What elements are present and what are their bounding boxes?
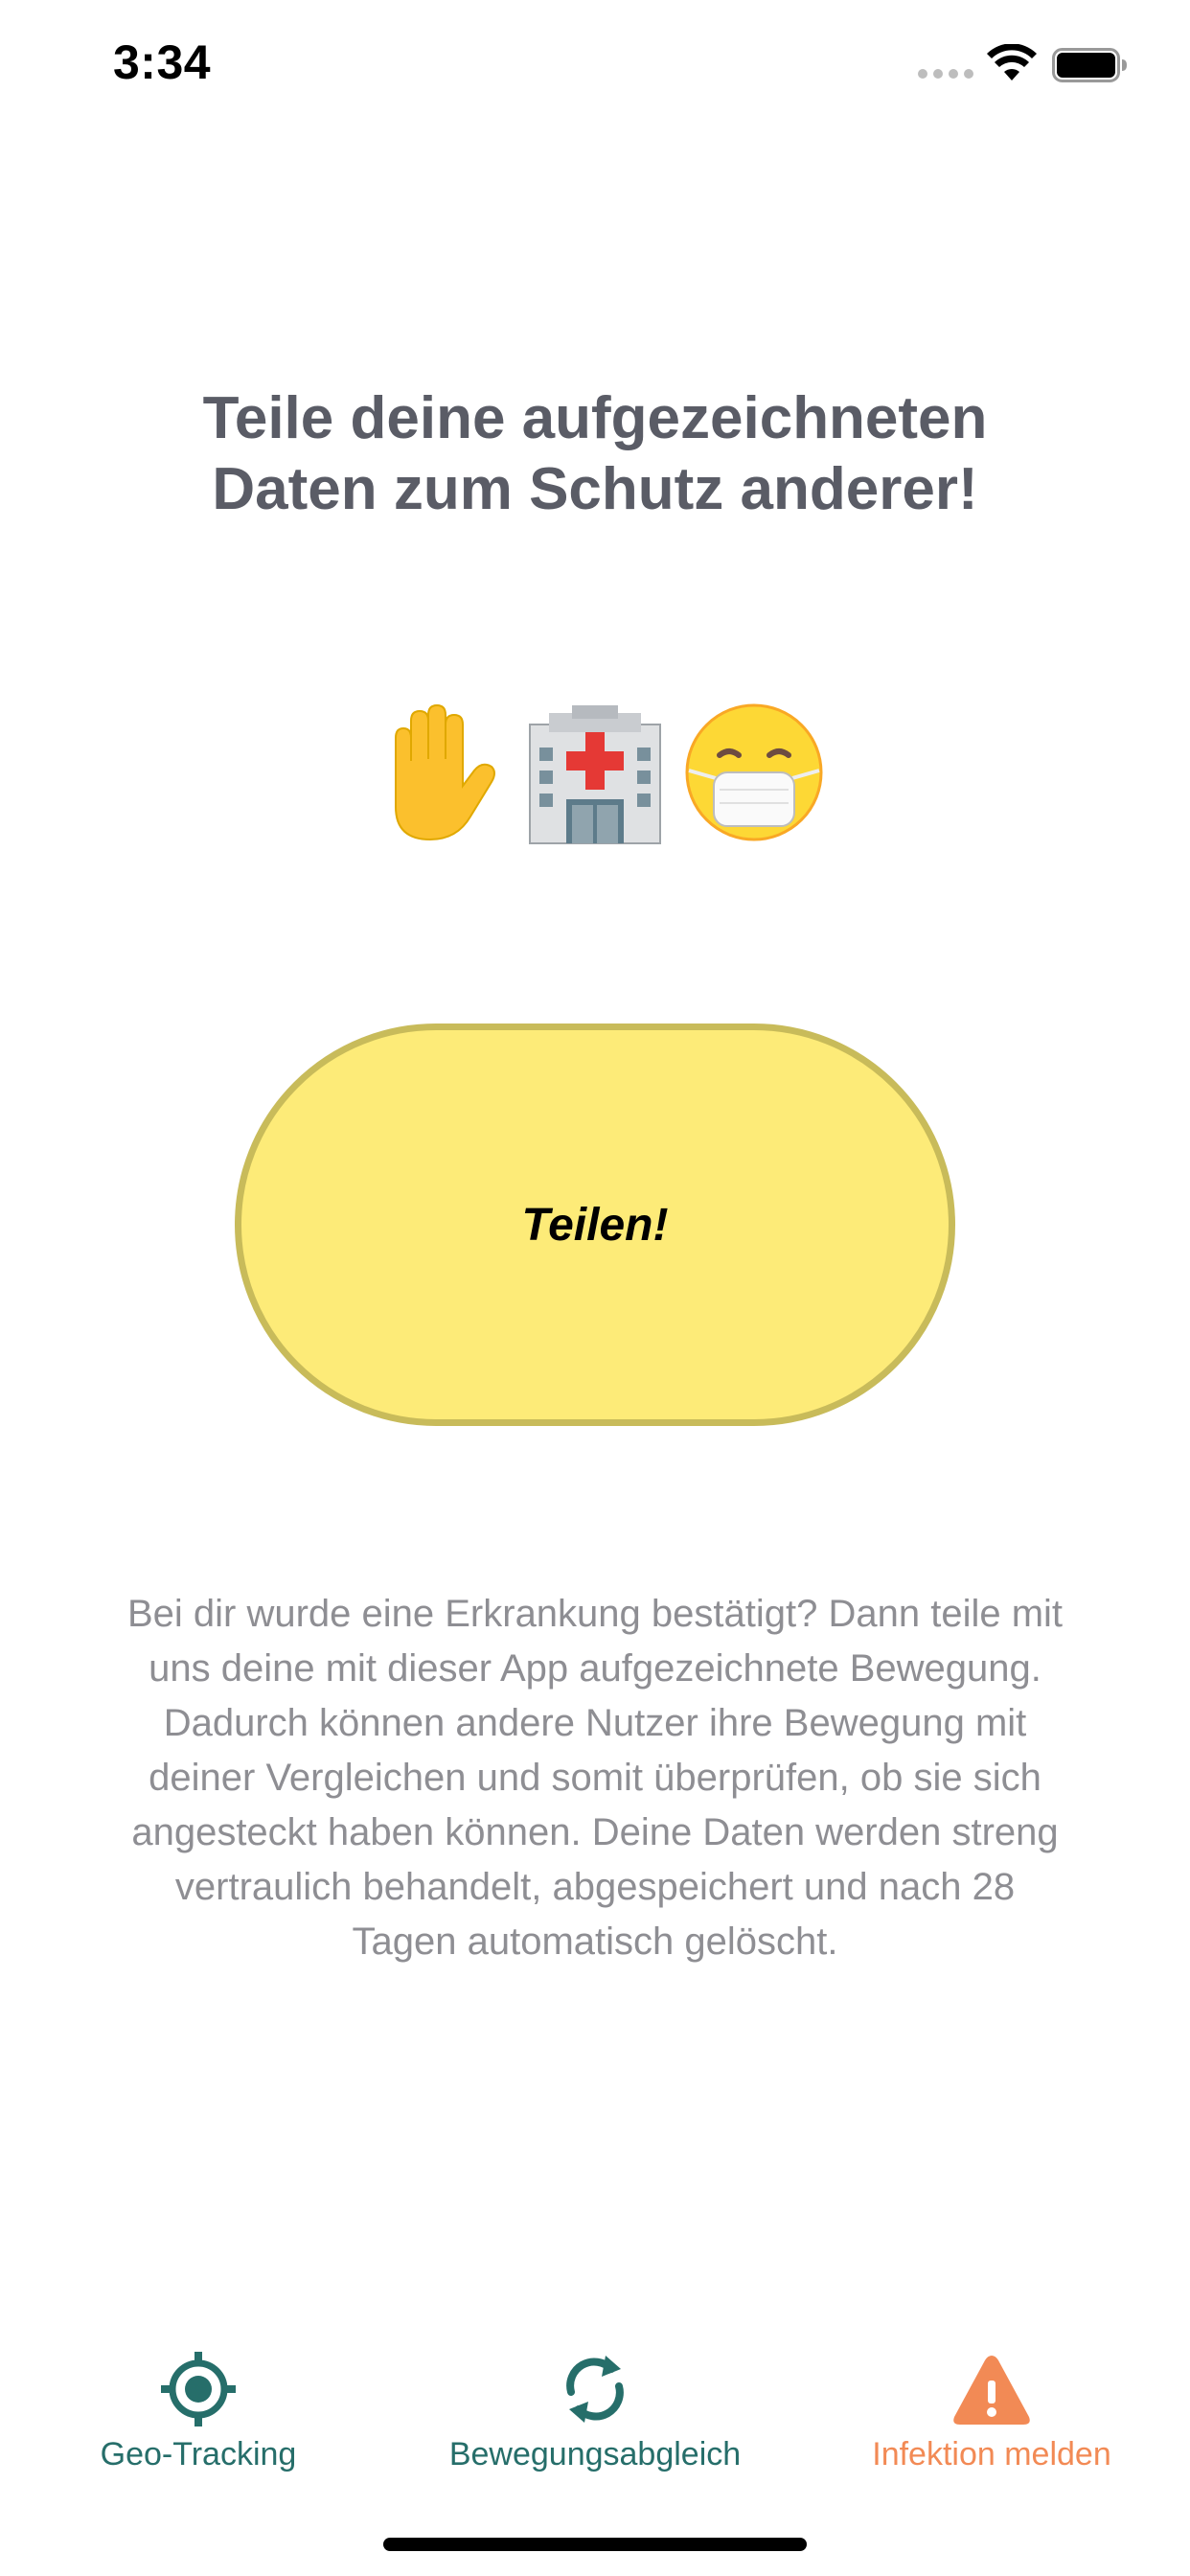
emoji-row (0, 700, 1190, 845)
face-with-mask-icon (685, 703, 823, 841)
sync-icon (566, 2356, 624, 2423)
tab-geo-tracking-label: Geo-Tracking (100, 2436, 297, 2472)
status-bar: 3:34 (0, 0, 1190, 126)
tab-bar: Geo-Tracking Bewegungsabgleich Infektion… (0, 2329, 1190, 2492)
description-text: Bei dir wurde eine Erkrankung bestätigt?… (126, 1593, 1064, 1963)
page-title-line-2: Daten zum Schutz anderer! (212, 456, 978, 522)
tab-geo-tracking[interactable]: Geo-Tracking (0, 2329, 397, 2492)
tab-report-infection[interactable]: Infektion melden (793, 2329, 1190, 2492)
tab-report-infection-label: Infektion melden (872, 2436, 1111, 2472)
page-title-line-1: Teile deine aufgezeichneten (202, 385, 988, 451)
hospital-icon (529, 705, 661, 844)
status-time: 3:34 (113, 35, 212, 89)
page-title: Teile deine aufgezeichneten Daten zum Sc… (0, 383, 1190, 525)
home-indicator[interactable] (383, 2538, 807, 2551)
screen: 3:34 Teile deine aufgezeichneten Daten z… (0, 0, 1190, 2576)
share-button-label: Teilen! (521, 1199, 669, 1251)
tab-movement-comparison-label: Bewegungsabgleich (448, 2436, 742, 2472)
share-button[interactable]: Teilen! (235, 1024, 955, 1426)
signal-icon (918, 69, 973, 79)
target-icon (161, 2352, 236, 2426)
battery-icon (1052, 48, 1127, 82)
warning-icon (953, 2356, 1030, 2425)
raised-hand-icon (395, 703, 495, 841)
tab-movement-comparison[interactable]: Bewegungsabgleich (397, 2329, 793, 2492)
wifi-icon (987, 44, 1037, 80)
